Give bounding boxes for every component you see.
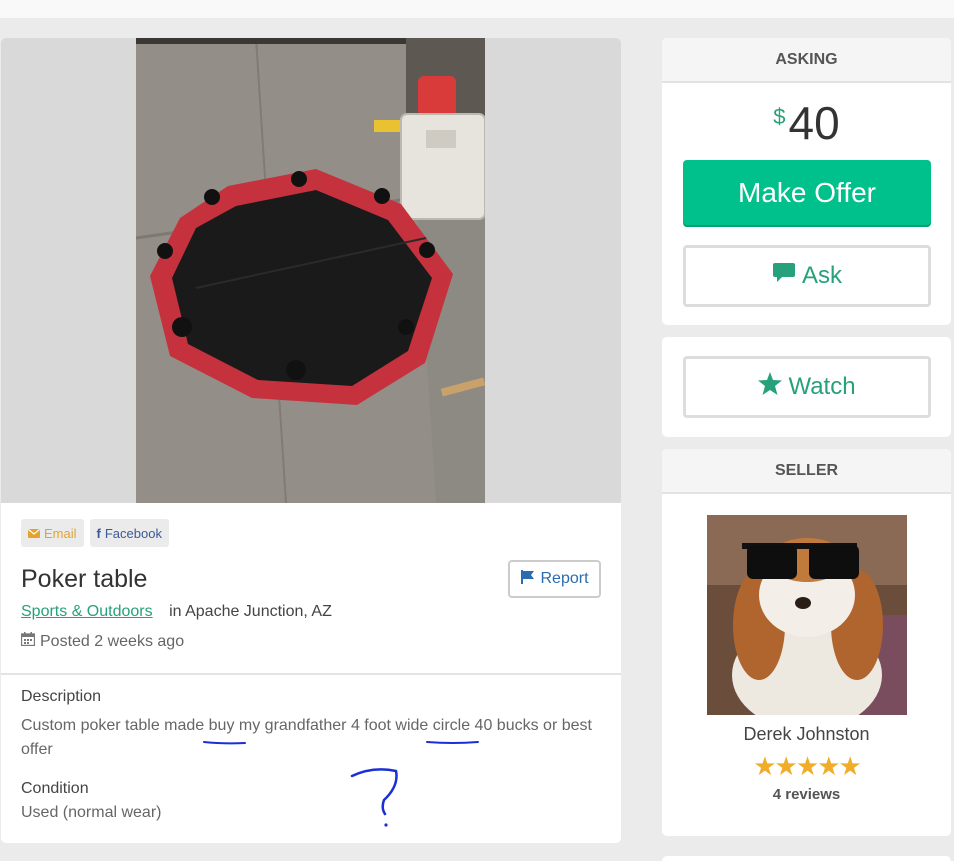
watch-label: Watch [788, 373, 856, 400]
seller-card: SELLER Derek Johnston ★★★★★ 4 reviews [662, 449, 951, 836]
seller-rating: ★★★★★ [662, 751, 951, 782]
ask-button[interactable]: Ask [683, 245, 931, 307]
facebook-label: Facebook [104, 525, 162, 541]
report-button[interactable]: Report [508, 560, 601, 598]
envelope-icon [28, 526, 40, 541]
share-row: Email f Facebook [21, 519, 169, 547]
make-offer-label: Make Offer [738, 176, 876, 208]
rating-star-icon: ★ [817, 751, 840, 781]
make-offer-button[interactable]: Make Offer [683, 160, 931, 225]
condition-text: Used (normal wear) [21, 804, 162, 821]
ask-label: Ask [801, 262, 842, 289]
rating-star-icon: ★ [774, 751, 798, 781]
description-heading: Description [21, 688, 102, 705]
report-label: Report [540, 570, 589, 587]
price: $40 [662, 96, 951, 150]
listing-title: Poker table [21, 565, 148, 593]
calendar-icon [20, 632, 36, 651]
price-amount: 40 [788, 97, 840, 149]
seller-avatar[interactable] [707, 515, 907, 715]
seller-heading: SELLER [662, 449, 951, 494]
facebook-icon: f [96, 525, 101, 541]
top-bar [0, 0, 954, 18]
email-label: Email [44, 525, 77, 541]
listing-photo[interactable] [136, 38, 485, 503]
posted-line: Posted 2 weeks ago [20, 632, 185, 651]
photo-area [1, 38, 621, 503]
speech-bubble-icon [772, 262, 796, 291]
rating-star-icon: ★ [753, 751, 776, 781]
category-link[interactable]: Sports & Outdoors [21, 603, 153, 620]
description-text: Custom poker table made buy my grandfath… [21, 717, 592, 758]
category-line: Sports & Outdoors in Apache Junction, AZ [21, 603, 332, 621]
watch-button[interactable]: Watch [683, 356, 931, 418]
watch-card: Watch [662, 337, 951, 437]
email-share-button[interactable]: Email [21, 519, 84, 547]
flag-icon [520, 569, 536, 590]
price-currency: $ [773, 104, 786, 129]
section-divider [1, 673, 621, 675]
rating-star-icon: ★ [838, 751, 861, 781]
facebook-share-button[interactable]: f Facebook [89, 519, 169, 547]
next-card-edge [662, 856, 951, 861]
seller-name[interactable]: Derek Johnston [662, 724, 951, 745]
reviews-count[interactable]: 4 reviews [662, 786, 951, 803]
rating-star-icon: ★ [795, 751, 819, 781]
condition-heading: Condition [21, 780, 89, 797]
posted-text: Posted 2 weeks ago [40, 632, 185, 650]
listing-card: Email f Facebook Poker table Report Spor… [1, 38, 621, 843]
asking-heading: ASKING [662, 38, 951, 83]
location-text: in Apache Junction, AZ [169, 603, 332, 620]
asking-card: ASKING $40 Make Offer Ask [662, 38, 951, 325]
star-icon [758, 372, 783, 402]
